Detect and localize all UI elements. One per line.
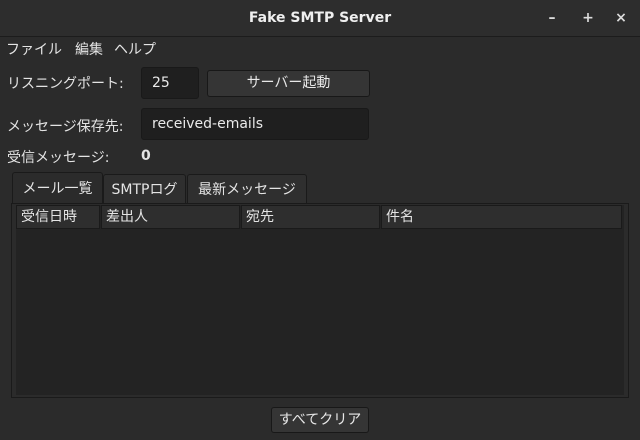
- received-count: 0: [141, 148, 151, 164]
- close-icon[interactable]: ×: [610, 8, 632, 28]
- column-sender[interactable]: 差出人: [101, 205, 240, 229]
- received-label: 受信メッセージ:: [7, 150, 110, 166]
- maximize-icon[interactable]: +: [577, 8, 599, 28]
- tab-mail-list[interactable]: メール一覧: [12, 172, 103, 204]
- menu-edit[interactable]: 編集: [75, 39, 103, 59]
- column-subject[interactable]: 件名: [381, 205, 622, 229]
- menu-bar: ファイル 編集 ヘルプ: [0, 37, 640, 59]
- port-label: リスニングポート:: [7, 76, 124, 92]
- save-dir-label: メッセージ保存先:: [7, 119, 124, 135]
- title-bar[interactable]: Fake SMTP Server – + ×: [0, 0, 640, 37]
- tab-smtp-log[interactable]: SMTPログ: [103, 174, 186, 204]
- column-recipient[interactable]: 宛先: [241, 205, 380, 229]
- menu-file[interactable]: ファイル: [6, 39, 62, 59]
- mail-table[interactable]: [16, 205, 624, 395]
- menu-help[interactable]: ヘルプ: [114, 39, 156, 59]
- port-input[interactable]: 25: [141, 67, 199, 99]
- tab-latest-message[interactable]: 最新メッセージ: [187, 174, 307, 204]
- column-received-time[interactable]: 受信日時: [16, 205, 100, 229]
- clear-all-button[interactable]: すべてクリア: [271, 407, 369, 433]
- save-dir-input[interactable]: received-emails: [141, 108, 369, 140]
- start-server-button[interactable]: サーバー起動: [207, 70, 370, 97]
- minimize-icon[interactable]: –: [541, 8, 563, 28]
